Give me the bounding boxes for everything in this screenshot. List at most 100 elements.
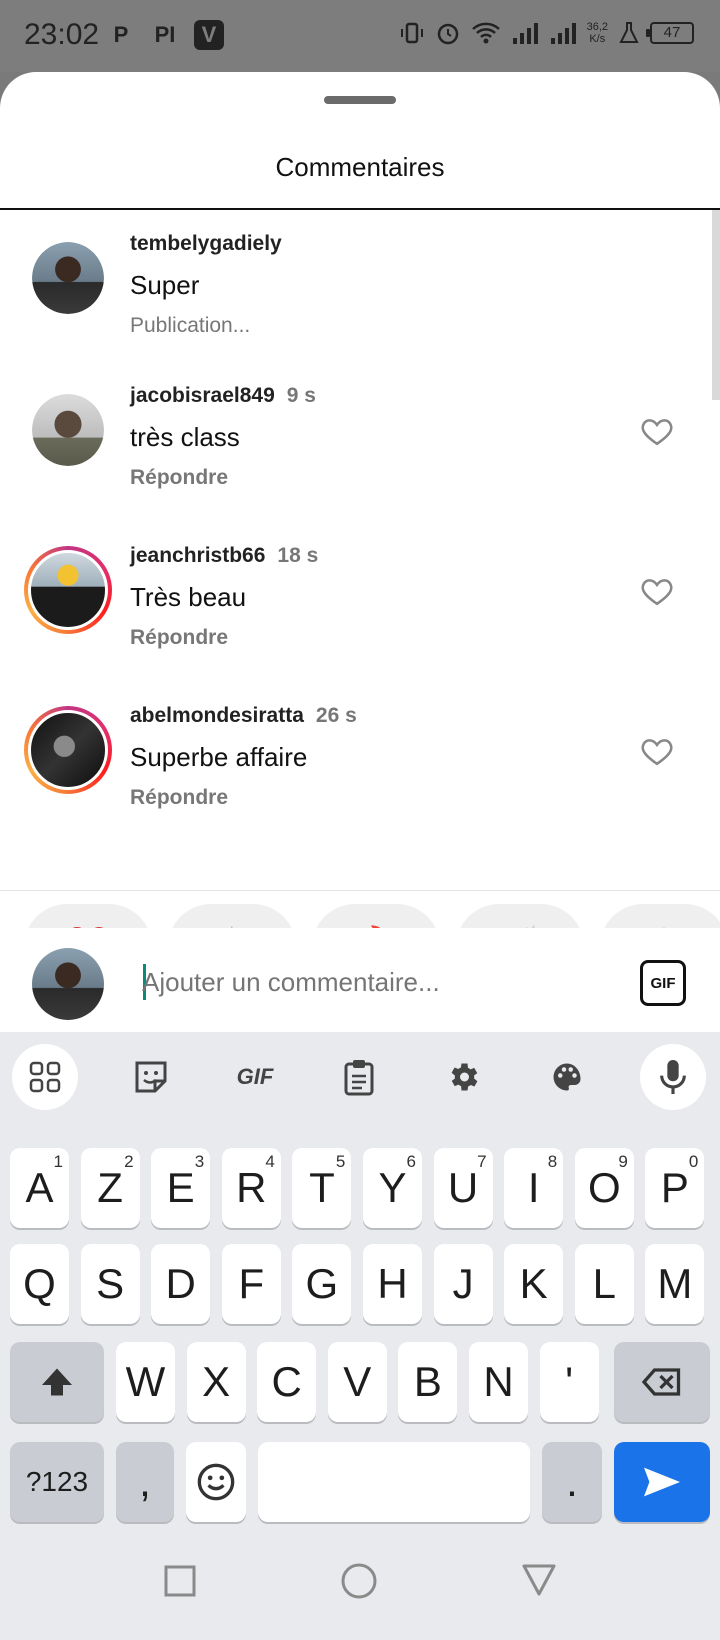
key-hint: 4 xyxy=(265,1152,275,1171)
key-x[interactable]: X xyxy=(186,1342,246,1422)
home-icon[interactable] xyxy=(340,1562,378,1600)
key-g[interactable]: G xyxy=(292,1244,352,1324)
key-s[interactable]: S xyxy=(80,1244,140,1324)
key-hint: 3 xyxy=(194,1152,205,1171)
comment-text: Très beau xyxy=(130,582,247,612)
system-nav-bar xyxy=(0,1540,720,1640)
avatar[interactable] xyxy=(24,546,112,634)
notification-app-icon-pi: PI xyxy=(154,22,176,47)
key-i[interactable]: I8 xyxy=(504,1148,564,1228)
status-notification-icons: P PI V xyxy=(106,20,224,50)
recents-icon[interactable] xyxy=(163,1564,197,1598)
sheet-drag-handle[interactable] xyxy=(324,96,396,104)
like-heart-icon[interactable] xyxy=(640,574,674,608)
comment-username[interactable]: jacobisrael849 9 s xyxy=(130,384,316,408)
comment-text: Super xyxy=(130,270,200,300)
comment-item: abelmondesiratta 26 s Superbe affaire Rép… xyxy=(0,690,720,850)
key-hint: 7 xyxy=(477,1152,487,1171)
comma-key[interactable]: , xyxy=(116,1442,174,1522)
key-label: Z xyxy=(97,1164,123,1211)
key-k[interactable]: K xyxy=(504,1244,564,1324)
key-a[interactable]: A1 xyxy=(10,1148,69,1228)
gif-button[interactable]: GIF xyxy=(640,960,686,1006)
avatar[interactable] xyxy=(24,706,112,794)
comments-list[interactable]: tembelygadiely Super Publication... jaco… xyxy=(0,210,720,890)
period-key[interactable]: . xyxy=(542,1442,602,1522)
backspace-key[interactable] xyxy=(614,1342,710,1422)
comment-time: 18 s xyxy=(277,544,319,567)
alarm-icon xyxy=(437,23,458,45)
palette-icon[interactable] xyxy=(534,1044,600,1110)
key-y[interactable]: Y6 xyxy=(363,1148,422,1228)
reply-button[interactable]: Répondre xyxy=(130,466,228,490)
key-e[interactable]: E3 xyxy=(151,1148,211,1228)
comment-username-text[interactable]: abelmondesiratta xyxy=(130,704,304,727)
key-u[interactable]: U7 xyxy=(433,1148,493,1228)
status-time: 23:02 xyxy=(24,18,100,51)
key-h[interactable]: H xyxy=(363,1244,422,1324)
reply-button[interactable]: Répondre xyxy=(130,786,228,810)
sheet-title: Commentaires xyxy=(275,152,445,182)
send-key[interactable] xyxy=(614,1442,710,1522)
comment-compose-bar: GIF xyxy=(0,928,720,1032)
status-system-icons: 36,2 K/s 47 xyxy=(399,20,694,46)
settings-icon[interactable] xyxy=(430,1044,496,1110)
key-m[interactable]: M xyxy=(645,1244,705,1324)
comment-status: Publication... xyxy=(130,314,251,337)
key-v[interactable]: V xyxy=(327,1342,387,1422)
my-avatar xyxy=(32,948,104,1020)
key-hint: 6 xyxy=(406,1152,416,1171)
key-r[interactable]: R4 xyxy=(221,1148,281,1228)
back-icon[interactable] xyxy=(520,1562,558,1598)
comment-input[interactable] xyxy=(142,962,582,1002)
key-t[interactable]: T5 xyxy=(292,1148,352,1228)
wifi-icon xyxy=(471,22,500,44)
avatar[interactable] xyxy=(32,394,104,466)
reply-button[interactable]: Répondre xyxy=(130,626,228,650)
key-label: O xyxy=(587,1164,621,1211)
key-b[interactable]: B xyxy=(398,1342,458,1422)
symbols-key[interactable]: ?123 xyxy=(10,1442,104,1522)
shift-key[interactable] xyxy=(10,1342,104,1422)
key-f[interactable]: F xyxy=(221,1244,281,1324)
comment-item: tembelygadiely Super Publication... xyxy=(0,210,720,370)
key-hint: 0 xyxy=(688,1152,699,1171)
gif-icon[interactable]: GIF xyxy=(222,1044,288,1110)
key-l[interactable]: L xyxy=(574,1244,634,1324)
comment-username[interactable]: abelmondesiratta 26 s xyxy=(130,704,357,728)
reactions-divider xyxy=(0,890,720,891)
avatar[interactable] xyxy=(32,242,104,314)
clipboard-icon[interactable] xyxy=(326,1044,392,1110)
comment-username-text[interactable]: jacobisrael849 xyxy=(130,384,275,407)
sticker-icon[interactable] xyxy=(118,1044,184,1110)
network-speed-unit: K/s xyxy=(589,33,606,45)
emoji-key[interactable] xyxy=(186,1442,246,1522)
key-o[interactable]: O9 xyxy=(574,1148,634,1228)
apps-grid-icon[interactable] xyxy=(12,1044,78,1110)
like-heart-icon[interactable] xyxy=(640,414,674,448)
comment-text: Superbe affaire xyxy=(130,742,308,772)
comment-username-text[interactable]: jeanchristb66 xyxy=(130,544,265,567)
key-apostrophe[interactable]: ' xyxy=(539,1342,599,1422)
key-z[interactable]: Z2 xyxy=(80,1148,140,1228)
like-heart-icon[interactable] xyxy=(640,734,674,768)
key-label: Y xyxy=(378,1164,407,1211)
microphone-icon[interactable] xyxy=(640,1044,706,1110)
comment-item: jacobisrael849 9 s très class Répondre xyxy=(0,370,720,530)
comment-time: 26 s xyxy=(315,704,357,727)
key-label: E xyxy=(166,1164,195,1211)
network-speed-value: 36,2 xyxy=(586,21,608,33)
key-n[interactable]: N xyxy=(469,1342,528,1422)
space-key[interactable] xyxy=(258,1442,530,1522)
key-c[interactable]: C xyxy=(257,1342,317,1422)
comment-username[interactable]: jeanchristb66 18 s xyxy=(130,544,318,568)
key-d[interactable]: D xyxy=(151,1244,211,1324)
comments-scrollbar[interactable] xyxy=(712,210,720,400)
key-w[interactable]: W xyxy=(116,1342,175,1422)
key-hint: 9 xyxy=(618,1152,628,1171)
key-j[interactable]: J xyxy=(433,1244,493,1324)
key-q[interactable]: Q xyxy=(10,1244,69,1324)
comment-username-text[interactable]: tembelygadiely xyxy=(130,232,282,255)
comment-username[interactable]: tembelygadiely xyxy=(130,232,282,256)
key-p[interactable]: P0 xyxy=(645,1148,705,1228)
